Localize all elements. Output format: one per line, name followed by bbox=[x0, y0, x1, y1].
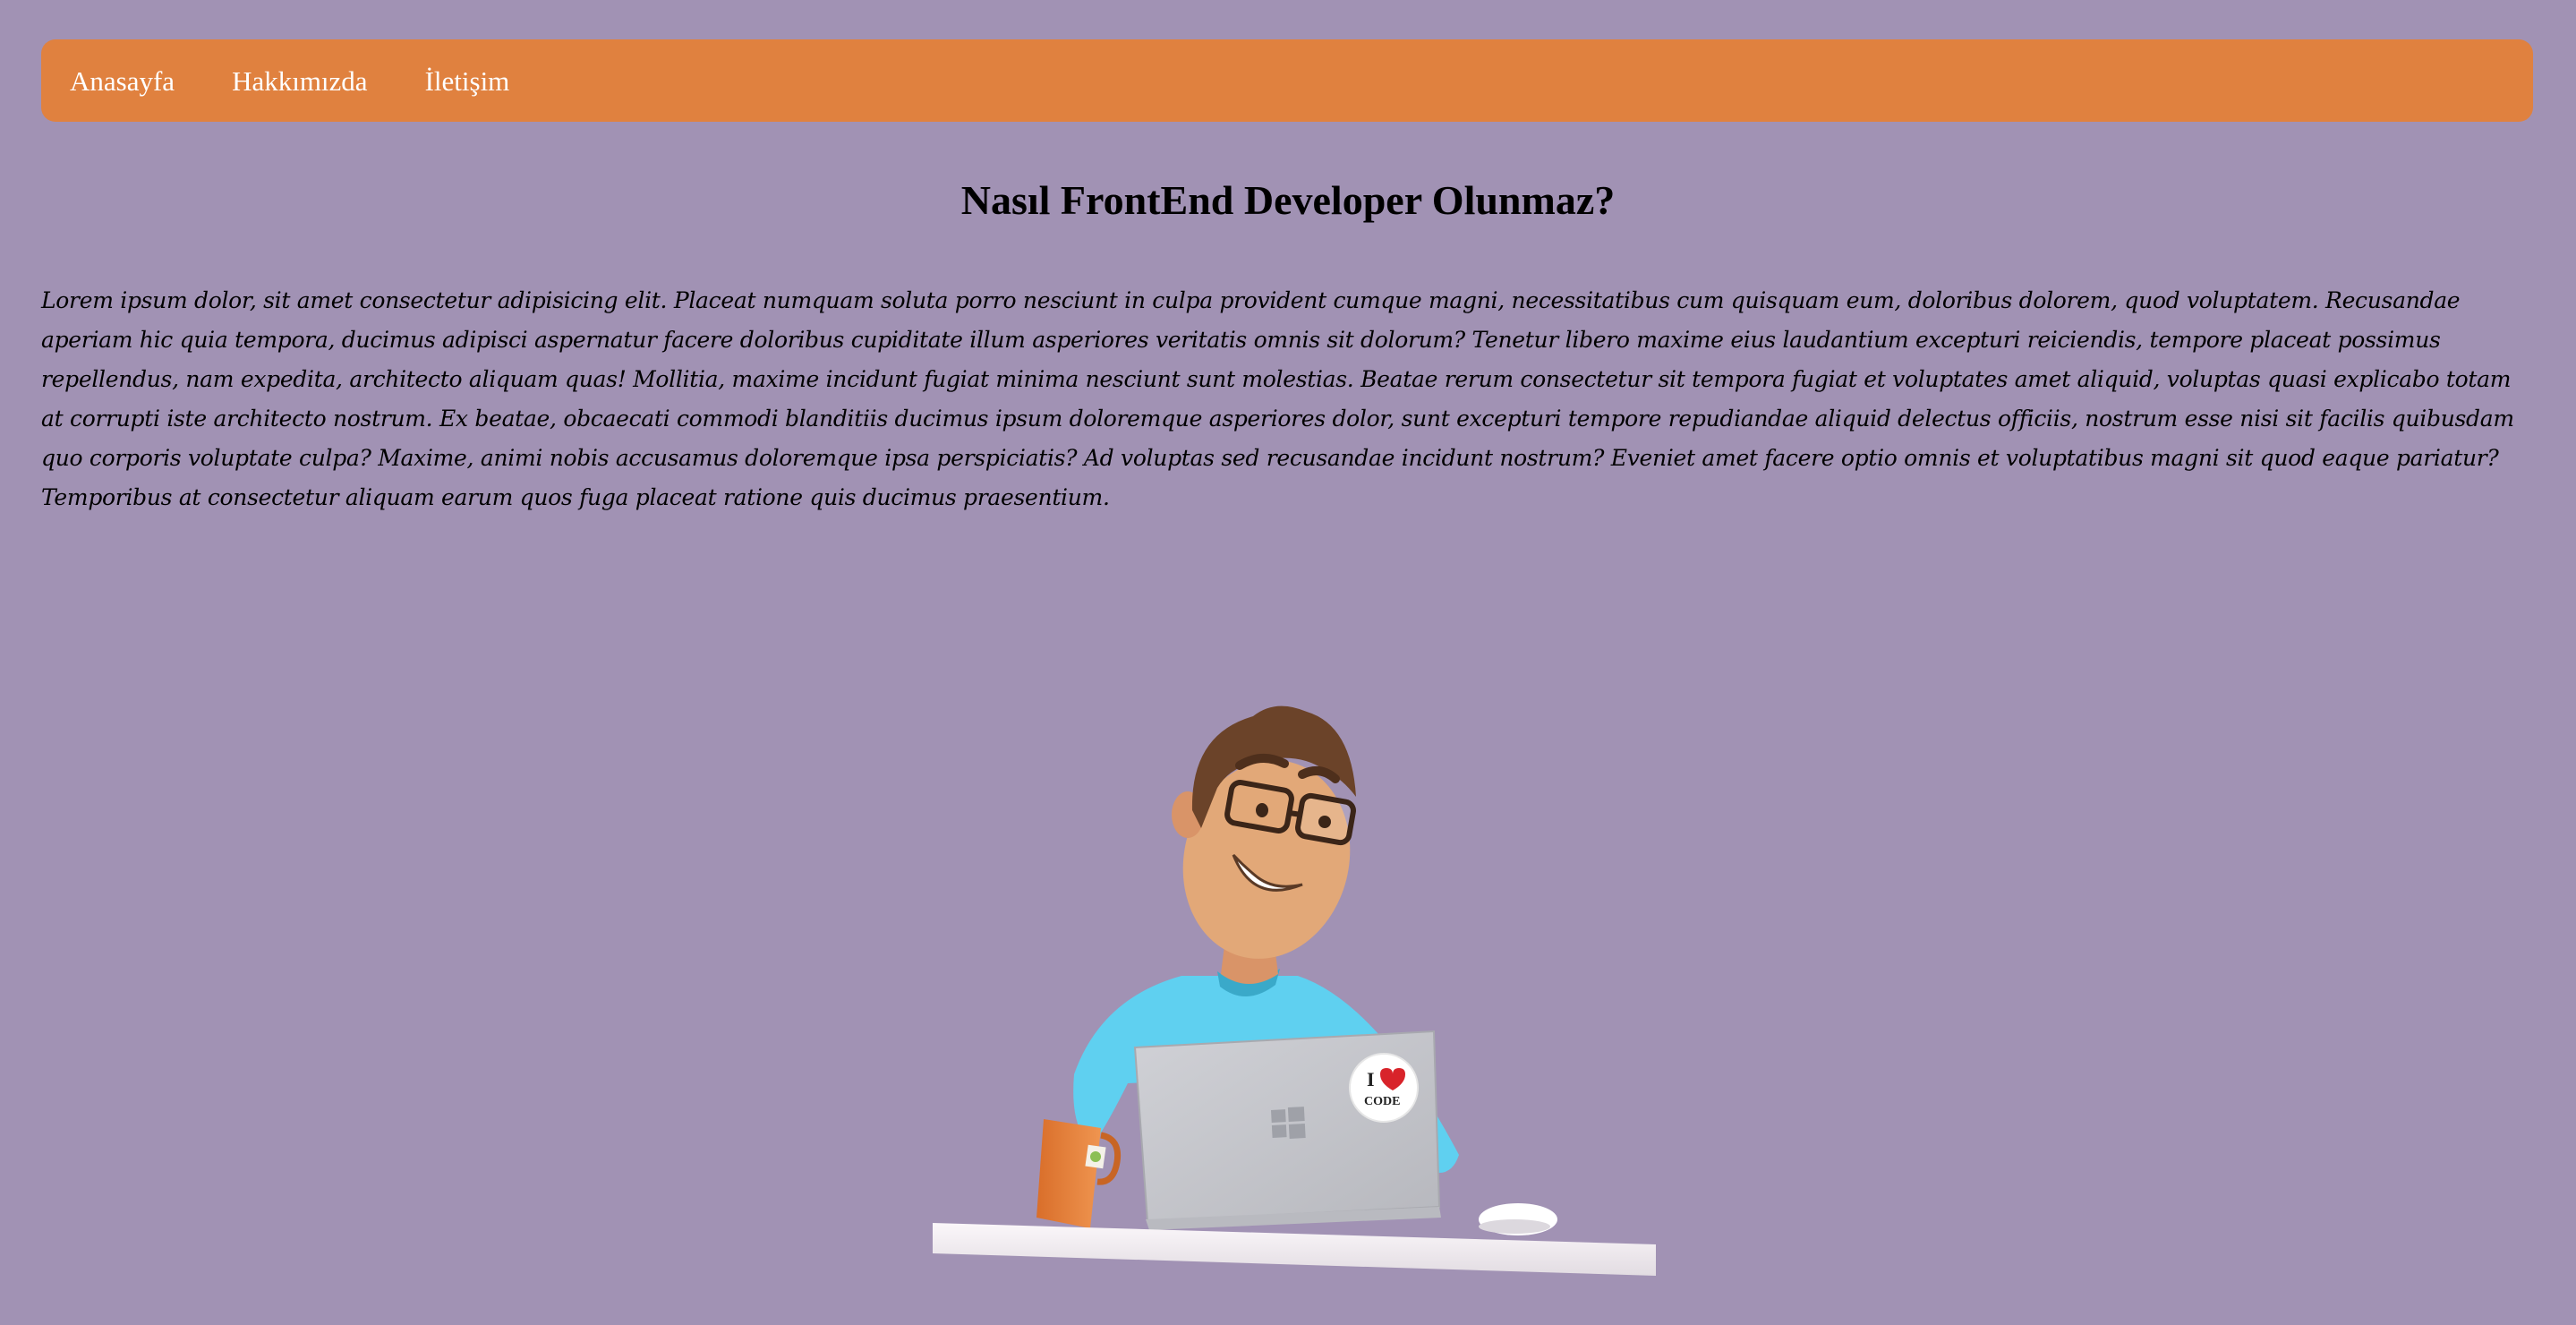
developer-illustration-svg: I CODE bbox=[933, 705, 1656, 1276]
right-eye bbox=[1318, 816, 1331, 828]
mouse-shadow bbox=[1479, 1219, 1550, 1234]
intro-paragraph: Lorem ipsum dolor, sit amet consectetur … bbox=[41, 287, 2514, 510]
main-navbar: Anasayfa Hakkımızda İletişim bbox=[41, 39, 2533, 122]
developer-illustration: I CODE bbox=[922, 680, 1674, 1307]
nav-link-about[interactable]: Hakkımızda bbox=[232, 67, 368, 95]
svg-text:CODE: CODE bbox=[1364, 1095, 1400, 1108]
nav-link-contact[interactable]: İletişim bbox=[425, 67, 510, 95]
left-eye bbox=[1256, 803, 1268, 817]
mug-shape bbox=[1036, 1119, 1101, 1228]
tea-tag-leaf bbox=[1090, 1151, 1101, 1162]
svg-text:I: I bbox=[1367, 1068, 1375, 1090]
nav-link-home[interactable]: Anasayfa bbox=[70, 67, 175, 95]
i-love-code-sticker: I CODE bbox=[1349, 1053, 1419, 1123]
page-title: Nasıl FrontEnd Developer Olunmaz? bbox=[960, 177, 1616, 223]
glasses-bridge bbox=[1288, 810, 1302, 817]
desk-shape bbox=[933, 1223, 1656, 1276]
